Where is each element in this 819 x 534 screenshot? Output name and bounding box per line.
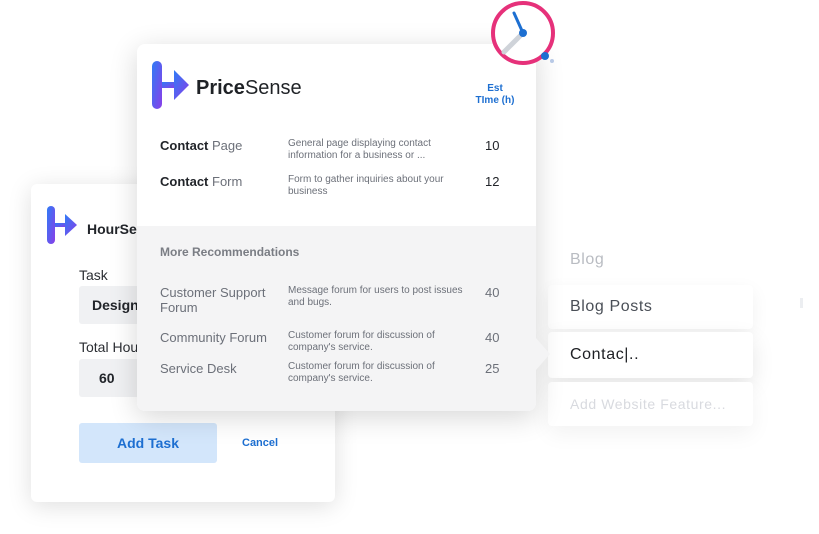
row-name: Customer Support Forum <box>160 285 266 315</box>
est-time-header: Est TIme (h) <box>475 83 515 106</box>
row-description: Message forum for users to post issues a… <box>288 285 463 308</box>
row-name: Contact Form <box>160 174 243 189</box>
row-hours: 40 <box>485 285 500 300</box>
row-name: Contact Page <box>160 138 243 153</box>
row-description: Form to gather inquiries about your busi… <box>288 174 444 197</box>
hoursense-logo-icon <box>47 206 77 244</box>
cancel-button[interactable]: Cancel <box>242 437 278 449</box>
clock-icon <box>491 1 555 65</box>
divider <box>800 298 803 308</box>
row-name: Community Forum <box>160 330 267 345</box>
list-item-contact-input[interactable]: Contac|.. <box>548 332 753 378</box>
row-description: Customer forum for discussion of company… <box>288 361 435 384</box>
add-task-button[interactable]: Add Task <box>79 423 217 463</box>
row-hours: 40 <box>485 330 500 345</box>
pricesense-logo-icon <box>152 61 189 109</box>
pricesense-card: PriceSense Est TIme (h) Contact Page Gen… <box>137 44 536 411</box>
more-recommendations-section: More Recommendations Customer Support Fo… <box>137 226 536 411</box>
row-description: Customer forum for discussion of company… <box>288 330 435 353</box>
row-hours: 10 <box>485 138 500 153</box>
row-name: Service Desk <box>160 361 237 376</box>
row-hours: 12 <box>485 174 500 189</box>
row-description: General page displaying contact informat… <box>288 138 431 161</box>
row-hours: 25 <box>485 361 500 376</box>
more-recommendations-title: More Recommendations <box>160 245 300 259</box>
list-item-blog[interactable]: Blog <box>548 238 753 282</box>
popover-pointer <box>536 338 550 370</box>
add-website-feature-input[interactable]: Add Website Feature... <box>548 382 753 426</box>
task-label: Task <box>79 267 108 283</box>
list-item-blog-posts[interactable]: Blog Posts <box>548 285 753 329</box>
pricesense-brand: PriceSense <box>196 77 302 99</box>
